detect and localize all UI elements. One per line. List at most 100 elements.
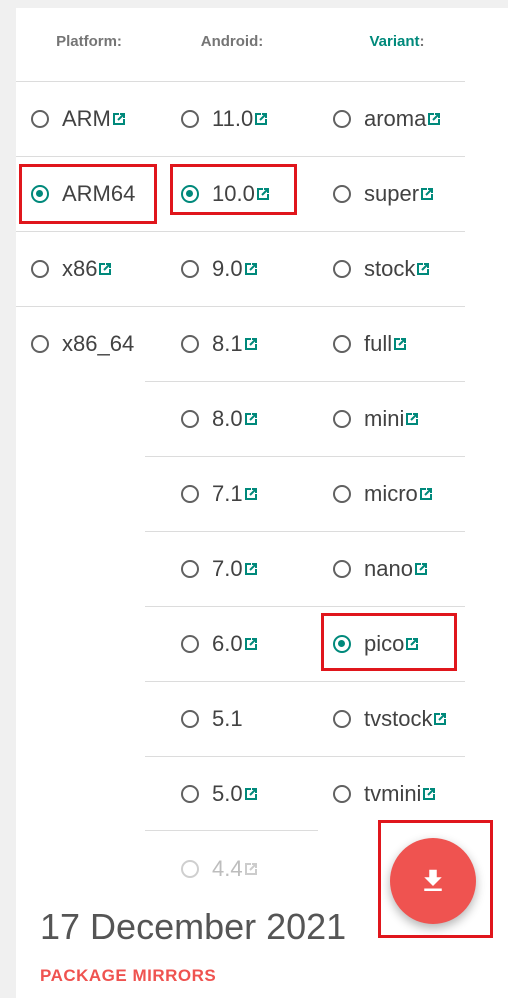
option-label: 9.0 [212,256,243,281]
option-label: micro [364,481,418,506]
radio-button[interactable] [333,410,351,428]
header-divider [16,81,465,82]
external-link-icon[interactable] [244,487,258,501]
row-divider-6 [145,531,465,532]
variant-option-nano[interactable]: nano [333,549,428,589]
external-link-icon[interactable] [416,262,430,276]
variant-option-mini[interactable]: mini [333,399,419,439]
android-option-7-1[interactable]: 7.1 [181,474,258,514]
external-link-icon[interactable] [420,187,434,201]
option-label: tvmini [364,781,422,806]
external-link-icon[interactable] [112,112,126,126]
highlight-pico [321,613,457,671]
android-option-6-0[interactable]: 6.0 [181,624,258,664]
radio-button[interactable] [333,485,351,503]
variant-option-micro[interactable]: micro [333,474,433,514]
row-divider-3 [16,306,465,307]
external-link-icon[interactable] [427,112,441,126]
variant-option-stock[interactable]: stock [333,249,430,289]
external-link-icon[interactable] [244,862,258,876]
variant-header-label: Variant [369,33,420,50]
radio-button[interactable] [181,485,199,503]
external-link-icon[interactable] [244,262,258,276]
radio-button[interactable] [181,710,199,728]
external-link-icon[interactable] [419,487,433,501]
radio-button[interactable] [31,260,49,278]
radio-button[interactable] [333,185,351,203]
radio-button[interactable] [333,335,351,353]
radio-button[interactable] [181,560,199,578]
row-divider-9 [145,756,465,757]
row-divider-7 [145,606,465,607]
external-link-icon[interactable] [422,787,436,801]
platform-header: Platform: [56,33,122,50]
external-link-icon[interactable] [244,787,258,801]
option-label: 6.0 [212,631,243,656]
android-option-8-1[interactable]: 8.1 [181,324,258,364]
android-header: Android: [200,33,264,50]
option-label: x86_64 [62,331,135,356]
external-link-icon[interactable] [254,112,268,126]
option-label: 8.0 [212,406,243,431]
radio-button[interactable] [333,260,351,278]
external-link-icon[interactable] [244,637,258,651]
option-label: 5.1 [212,706,243,731]
option-label: 7.0 [212,556,243,581]
option-label: super [364,181,420,206]
external-link-icon[interactable] [244,337,258,351]
platform-option-x86-64[interactable]: x86_64 [31,324,134,364]
radio-button[interactable] [333,110,351,128]
highlight-android-10 [170,164,297,215]
android-option-7-0[interactable]: 7.0 [181,549,258,589]
release-date: 17 December 2021 [40,906,347,947]
android-option-8-0[interactable]: 8.0 [181,399,258,439]
option-label: 8.1 [212,331,243,356]
option-label: nano [364,556,413,581]
android-option-11-0[interactable]: 11.0 [181,99,268,139]
row-divider-1 [16,156,465,157]
radio-button[interactable] [333,560,351,578]
external-link-icon[interactable] [244,562,258,576]
option-label: x86 [62,256,98,281]
highlight-arm64 [19,164,157,224]
external-link-icon[interactable] [244,412,258,426]
platform-option-x86[interactable]: x86 [31,249,112,289]
option-label: aroma [364,106,427,131]
radio-button[interactable] [31,110,49,128]
external-link-icon[interactable] [393,337,407,351]
variant-option-full[interactable]: full [333,324,407,364]
external-link-icon[interactable] [414,562,428,576]
external-link-icon[interactable] [98,262,112,276]
variant-option-tvmini[interactable]: tvmini [333,774,436,814]
option-label: 5.0 [212,781,243,806]
android-option-5-0[interactable]: 5.0 [181,774,258,814]
row-divider-8 [145,681,465,682]
option-label: ARM [62,106,111,131]
variant-option-super[interactable]: super [333,174,434,214]
row-divider-2 [16,231,465,232]
option-label: 4.4 [212,856,243,881]
radio-button[interactable] [31,335,49,353]
radio-button[interactable] [181,410,199,428]
package-mirrors-link[interactable]: PACKAGE MIRRORS [40,966,216,986]
radio-button[interactable] [333,710,351,728]
radio-button[interactable] [181,260,199,278]
radio-button[interactable] [181,335,199,353]
external-link-icon[interactable] [405,412,419,426]
radio-button[interactable] [181,110,199,128]
variant-header: Variant: [322,33,472,50]
option-label: tvstock [364,706,433,731]
variant-option-aroma[interactable]: aroma [333,99,441,139]
option-label: 11.0 [212,106,254,131]
variant-option-tvstock[interactable]: tvstock [333,699,447,739]
radio-button[interactable] [333,785,351,803]
radio-button[interactable] [181,785,199,803]
android-option-5-1[interactable]: 5.1 [181,699,243,739]
platform-option-arm[interactable]: ARM [31,99,126,139]
external-link-icon[interactable] [433,712,447,726]
radio-button[interactable] [181,635,199,653]
option-label: full [364,331,393,356]
radio-button [181,860,199,878]
highlight-download [378,820,493,938]
android-option-9-0[interactable]: 9.0 [181,249,258,289]
